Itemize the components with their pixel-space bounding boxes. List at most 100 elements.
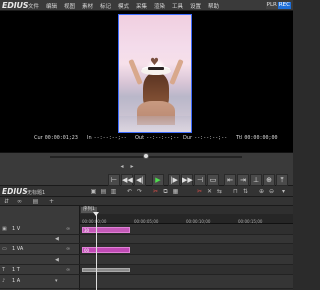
video-toggle-icon[interactable]: ▭ (2, 246, 7, 252)
open-icon[interactable]: ▤ (100, 188, 107, 195)
shuttle-left-icon[interactable]: ◂ (118, 163, 126, 171)
timeline-tools-row: ⇵ ∞ ▤ + (0, 197, 293, 206)
copy-icon[interactable]: ⧉ (162, 188, 169, 195)
track-head-t[interactable]: T 1 T ∞ (0, 265, 80, 275)
snap-icon[interactable]: ⊓ (232, 188, 239, 195)
loop-button[interactable]: ▭ (207, 174, 219, 186)
ripple-icon[interactable]: ⇆ (216, 188, 223, 195)
save-icon[interactable]: ▥ (110, 188, 117, 195)
lane-v-audio[interactable] (80, 235, 293, 244)
mute-icon[interactable]: ◀ (55, 236, 59, 242)
paste-icon[interactable]: ▦ (172, 188, 179, 195)
track-lock-icon[interactable]: ▣ (2, 226, 7, 232)
track-label-a: 1 A (12, 278, 21, 284)
undo-icon[interactable]: ↶ (126, 188, 133, 195)
menu-tools[interactable]: 工具 (172, 2, 183, 10)
lane-va[interactable]: 00 (80, 244, 293, 255)
track-head-v[interactable]: ▣ 1 V ∞ (0, 224, 80, 235)
track-label-t: 1 T (12, 267, 20, 273)
clip-label: 30 (84, 228, 90, 233)
mode-icon[interactable]: ⇵ (3, 198, 10, 205)
add-marker-button[interactable]: ⊕ (263, 174, 275, 186)
track-link-icon-2[interactable]: ∞ (66, 246, 70, 252)
out-timecode: Out --:--:--;-- (135, 135, 180, 141)
overwrite-button[interactable]: ⇥ (237, 174, 249, 186)
lane-va-audio[interactable] (80, 255, 293, 265)
split-icon[interactable]: ✂ (196, 188, 203, 195)
track-head-a[interactable]: ♪ 1 A ▾ (0, 275, 80, 289)
menu-capture[interactable]: 采集 (136, 2, 147, 10)
clip-t[interactable] (82, 268, 130, 272)
play-button[interactable]: ▶ (152, 174, 164, 186)
timeline-header: EDIUS 无标题1 ▣ ▤ ▥ ↶ ↷ ✂ ⧉ ▦ ✂ ✕ ⇆ ⊓ ⇅ ⊕ ⊖… (0, 186, 293, 197)
track-sub-v: ◀ (0, 235, 80, 244)
track-sub-va: ◀ (0, 255, 80, 265)
timeline-logo: EDIUS (2, 187, 28, 196)
preview-viewer: ♥ Cur 00:00:01;23 In --:--:--;-- Out --:--:… (0, 11, 293, 152)
control-top-row: ◂ ▸ (0, 162, 293, 172)
track-head-va[interactable]: ▭ 1 VA ∞ (0, 244, 80, 255)
menu-view[interactable]: 视图 (64, 2, 75, 10)
menu-help[interactable]: 帮助 (208, 2, 219, 10)
zoom-out-icon[interactable]: ⊖ (268, 188, 275, 195)
rewind-button[interactable]: ◀◀ (121, 174, 133, 186)
recorder-mode[interactable]: REC (277, 2, 291, 9)
sequence-name: 无标题1 (27, 190, 46, 196)
track-link-icon[interactable]: ∞ (66, 226, 70, 232)
time-ruler[interactable]: 00:00:00;00 00:00:05;00 00:00:10;00 00:0… (80, 214, 293, 224)
timeline-area[interactable]: 序列1 00:00:00;00 00:00:05;00 00:00:10;00 … (80, 206, 293, 290)
set-in-button[interactable]: ⊢ (108, 174, 120, 186)
lane-t[interactable] (80, 265, 293, 275)
menu-edit[interactable]: 编辑 (46, 2, 57, 10)
hat-band (148, 67, 164, 70)
cur-timecode: Cur 00:00:01;23 (34, 135, 78, 141)
track-settings-icon[interactable]: ▤ (32, 198, 39, 205)
track-panel: ▣ 1 V ∞ ◀ ▭ 1 VA ∞ ◀ T 1 T ∞ ♪ 1 A ▾ (0, 206, 80, 290)
ttl-timecode: Ttl 00:00:00;00 (236, 135, 278, 141)
plr-rec-switch[interactable]: PLR REC (265, 2, 291, 9)
track-add-icon[interactable]: + (48, 198, 55, 205)
menu-mode[interactable]: 模式 (118, 2, 129, 10)
menu-marker[interactable]: 标记 (100, 2, 111, 10)
clip-v[interactable]: 30 (82, 227, 130, 233)
lane-v[interactable]: 30 (80, 224, 293, 235)
redo-icon[interactable]: ↷ (136, 188, 143, 195)
export-button[interactable]: ⤒ (276, 174, 288, 186)
video-preview-frame: ♥ (118, 14, 192, 133)
playhead-handle[interactable] (93, 212, 99, 216)
menu-render[interactable]: 渲染 (154, 2, 165, 10)
player-mode[interactable]: PLR (265, 2, 278, 9)
delete-icon[interactable]: ✕ (206, 188, 213, 195)
cut-icon[interactable]: ✂ (152, 188, 159, 195)
insert-button[interactable]: ⇤ (224, 174, 236, 186)
audio-track-icon[interactable]: ♪ (2, 278, 5, 284)
link-icon[interactable]: ∞ (16, 198, 23, 205)
shuttle-right-icon[interactable]: ▸ (128, 163, 136, 171)
track-label-v: 1 V (12, 226, 21, 232)
volume-icon[interactable]: ▾ (55, 278, 58, 284)
lane-a[interactable] (80, 275, 293, 289)
track-label-va: 1 VA (12, 246, 24, 252)
menu-clip[interactable]: 素材 (82, 2, 93, 10)
step-forward-button[interactable]: |▶ (168, 174, 180, 186)
audio-icon[interactable]: ◀ (55, 257, 59, 263)
title-track-icon[interactable]: T (2, 267, 5, 273)
clip-va[interactable]: 00 (82, 247, 130, 253)
sync-icon[interactable]: ⇅ (242, 188, 249, 195)
more-icon[interactable]: ▾ (280, 188, 287, 195)
right-arm (169, 59, 184, 85)
new-sequence-icon[interactable]: ▣ (90, 188, 97, 195)
track-link-icon-3[interactable]: ∞ (66, 267, 70, 273)
scrub-knob[interactable] (143, 153, 149, 159)
zoom-in-icon[interactable]: ⊕ (258, 188, 265, 195)
in-timecode: In --:--:--;-- (87, 135, 127, 141)
step-back-button[interactable]: ◀| (134, 174, 146, 186)
fast-forward-button[interactable]: ▶▶ (181, 174, 193, 186)
set-out-button[interactable]: ⊣ (194, 174, 206, 186)
scrub-bar[interactable] (0, 152, 293, 160)
timecode-row: Cur 00:00:01;23 In --:--:--;-- Out --:--:--… (0, 134, 293, 143)
menu-file[interactable]: 文件 (28, 2, 39, 10)
menu-settings[interactable]: 设置 (190, 2, 201, 10)
playhead[interactable] (96, 212, 97, 290)
lift-button[interactable]: ⊥ (250, 174, 262, 186)
